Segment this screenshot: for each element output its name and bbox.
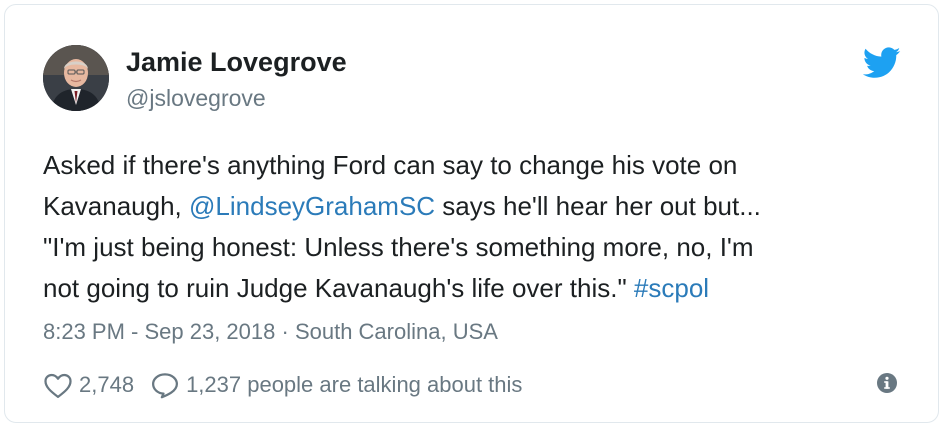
tweet-line: not going to ruin Judge Kavanaugh's life… [43, 268, 913, 309]
tweet-card: Jamie Lovegrove @jslovegrove Asked if th… [4, 4, 939, 423]
mention-link[interactable]: @LindseyGrahamSC [189, 191, 435, 221]
tweet-meta: 8:23 PM - Sep 23, 2018 · South Carolina,… [43, 319, 498, 345]
author-handle[interactable]: @jslovegrove [126, 85, 266, 112]
tweet-text-segment: Kavanaugh, [43, 191, 190, 221]
avatar[interactable] [43, 45, 109, 111]
tweet-text-segment: not going to ruin Judge Kavanaugh's life… [43, 273, 634, 303]
meta-separator: · [275, 319, 295, 344]
tweet-text-segment: says he'll hear her out but... [435, 191, 761, 221]
tweet-actions: 2,748 1,237 people are talking about thi… [43, 370, 522, 400]
hashtag-link[interactable]: #scpol [634, 273, 709, 303]
talking-count: 1,237 people are talking about this [186, 372, 523, 397]
author-name[interactable]: Jamie Lovegrove [126, 47, 347, 78]
timestamp-link[interactable]: 8:23 PM - Sep 23, 2018 [43, 319, 275, 344]
tweet-line: Kavanaugh, @LindseyGrahamSC says he'll h… [43, 186, 913, 227]
location-link[interactable]: South Carolina, USA [295, 319, 498, 344]
twitter-bird-icon[interactable] [862, 47, 901, 79]
heart-icon [43, 371, 73, 399]
comment-bubble-icon [150, 371, 180, 399]
info-icon[interactable] [876, 372, 898, 394]
tweet-line: Asked if there's anything Ford can say t… [43, 150, 738, 180]
like-count: 2,748 [79, 372, 135, 397]
tweet-line: "I'm just being honest: Unless there's s… [43, 232, 754, 262]
avatar-photo [43, 45, 109, 111]
like-button[interactable]: 2,748 [43, 371, 134, 399]
reply-conversation-button[interactable]: 1,237 people are talking about this [150, 371, 522, 399]
tweet-text: Asked if there's anything Ford can say t… [43, 145, 913, 309]
